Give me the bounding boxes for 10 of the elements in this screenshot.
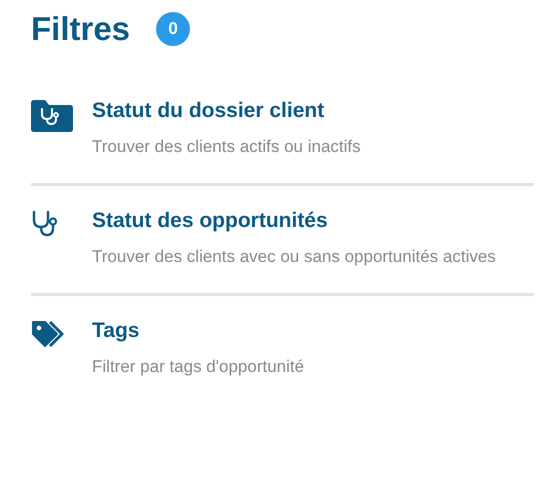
page-title: Filtres (31, 10, 130, 48)
filter-title[interactable]: Statut des opportunités (92, 208, 496, 234)
filter-description: Trouver des clients avec ou sans opportunités actives (92, 246, 496, 268)
filter-title[interactable]: Statut du dossier client (92, 98, 361, 124)
filter-description: Trouver des clients actifs ou inactifs (92, 136, 361, 158)
stethoscope-icon (31, 210, 59, 238)
filter-description: Filtrer par tags d'opportunité (92, 356, 304, 378)
folder-stethoscope-icon (31, 100, 73, 132)
filter-title[interactable]: Tags (92, 318, 304, 344)
count-badge: 0 (156, 12, 190, 46)
